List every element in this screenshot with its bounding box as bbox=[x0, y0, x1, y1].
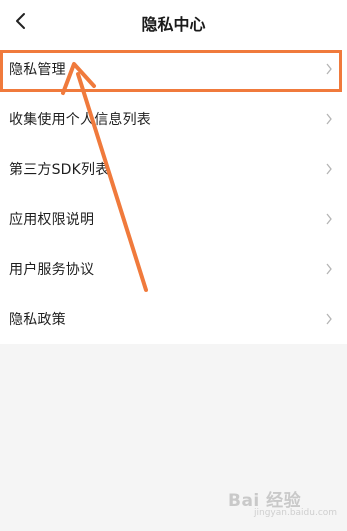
chevron-right-icon bbox=[326, 113, 332, 125]
menu-item-label: 应用权限说明 bbox=[9, 212, 95, 228]
watermark-url: jingyan.baidu.com bbox=[254, 508, 338, 518]
menu-item-third-party-sdk[interactable]: 第三方SDK列表 bbox=[0, 144, 347, 194]
menu-item-label: 用户服务协议 bbox=[9, 262, 95, 278]
menu-item-privacy-policy[interactable]: 隐私政策 bbox=[0, 294, 347, 344]
chevron-right-icon bbox=[326, 313, 332, 325]
menu-item-personal-info-list[interactable]: 收集使用个人信息列表 bbox=[0, 94, 347, 144]
chevron-right-icon bbox=[326, 163, 332, 175]
menu-item-user-agreement[interactable]: 用户服务协议 bbox=[0, 244, 347, 294]
page-title: 隐私中心 bbox=[141, 15, 206, 34]
header-bar: 隐私中心 bbox=[0, 0, 347, 44]
chevron-right-icon bbox=[326, 263, 332, 275]
watermark: Bai 经验 jingyan.baidu.com bbox=[228, 484, 340, 524]
menu-item-label: 隐私政策 bbox=[9, 312, 66, 328]
menu-item-label: 第三方SDK列表 bbox=[9, 162, 110, 178]
menu-item-label: 收集使用个人信息列表 bbox=[9, 112, 151, 128]
menu-item-privacy-management[interactable]: 隐私管理 bbox=[0, 44, 347, 94]
privacy-center-screen: 隐私中心 隐私管理 收集使用个人信息列表 第三方SDK列表 应用权限说明 用户服… bbox=[0, 0, 347, 531]
menu-item-label: 隐私管理 bbox=[9, 62, 66, 78]
menu-item-app-permissions[interactable]: 应用权限说明 bbox=[0, 194, 347, 244]
chevron-right-icon bbox=[326, 63, 332, 75]
chevron-right-icon bbox=[326, 213, 332, 225]
privacy-menu-list: 隐私管理 收集使用个人信息列表 第三方SDK列表 应用权限说明 用户服务协议 隐… bbox=[0, 44, 347, 344]
